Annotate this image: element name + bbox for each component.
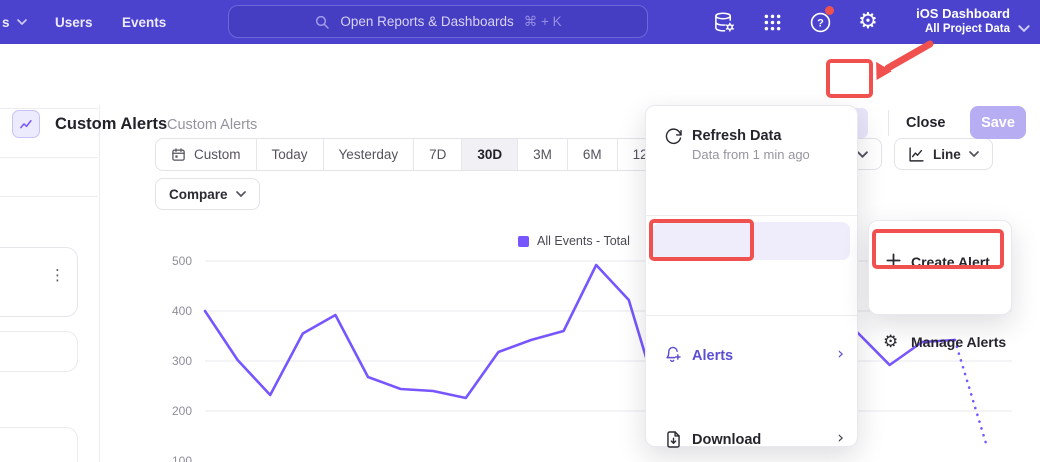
menu-item-alerts[interactable]: Alerts ›	[646, 222, 857, 260]
search-icon	[314, 14, 330, 30]
chart-legend: All Events - Total	[518, 234, 630, 248]
alerts-submenu: Create Alert ⚙ Manage Alerts	[868, 220, 1012, 315]
header-divider	[888, 110, 889, 136]
app-window: 500 400 300 200 100 All Events - Total ⋮ Cus…	[0, 0, 1040, 462]
nav-item-users[interactable]: Users	[55, 0, 93, 44]
search-shortcut: ⌘ + K	[524, 14, 562, 30]
menu-item-download[interactable]: Download ›	[646, 264, 857, 302]
range-7d[interactable]: 7D	[414, 139, 462, 170]
project-title: iOS Dashboard	[916, 5, 1010, 22]
top-nav-bar: s Users Events Open Reports & Dashboards…	[0, 0, 1040, 44]
apps-grid-icon[interactable]	[760, 10, 784, 34]
svg-text:500: 500	[172, 254, 192, 268]
svg-text:200: 200	[172, 404, 192, 418]
plus-icon	[885, 252, 902, 269]
close-button[interactable]: Close	[906, 115, 946, 131]
submenu-item-create-alert[interactable]: Create Alert	[869, 233, 1011, 269]
range-custom-label: Custom	[194, 147, 241, 162]
submenu-item-manage-alerts[interactable]: ⚙ Manage Alerts	[869, 273, 1011, 309]
svg-text:300: 300	[172, 354, 192, 368]
menu-item-refresh-data[interactable]: Refresh Data Data from 1 min ago	[646, 114, 857, 162]
range-yesterday[interactable]: Yesterday	[324, 139, 415, 170]
range-today[interactable]: Today	[257, 139, 324, 170]
legend-label: All Events - Total	[537, 234, 630, 248]
data-management-icon[interactable]	[712, 10, 736, 34]
settings-gear-icon[interactable]: ⚙	[856, 10, 880, 34]
svg-text:?: ?	[817, 17, 824, 29]
menu-item-undo[interactable]: Undo ⌘ Z	[646, 168, 857, 206]
context-menu: Refresh Data Data from 1 min ago Undo ⌘ …	[645, 105, 858, 447]
range-30d-selected[interactable]: 30D	[462, 139, 518, 170]
menu-divider	[646, 215, 857, 216]
range-3m[interactable]: 3M	[518, 139, 568, 170]
chevron-down-icon	[857, 151, 868, 158]
search-placeholder: Open Reports & Dashboards	[340, 14, 513, 29]
refresh-status-text: Data from 1 min ago	[692, 147, 810, 162]
breadcrumb: Custom Alerts	[167, 117, 257, 133]
menu-item-delete[interactable]: Delete	[646, 403, 857, 441]
menu-divider	[646, 315, 857, 316]
report-header: Custom Alerts Custom Alerts GV Duplicate…	[0, 44, 1040, 105]
menu-item-rename[interactable]: Rename	[646, 363, 857, 401]
svg-text:100: 100	[172, 454, 192, 462]
nav-item-events[interactable]: Events	[122, 0, 166, 44]
save-button[interactable]: Save	[970, 106, 1026, 139]
svg-text:400: 400	[172, 304, 192, 318]
calendar-icon	[171, 147, 186, 162]
range-6m[interactable]: 6M	[568, 139, 618, 170]
notification-dot	[825, 6, 834, 15]
kebab-menu-icon[interactable]: ⋮	[50, 266, 65, 284]
date-range-control: Custom Today Yesterday 7D 30D 3M 6M 12M	[155, 138, 675, 171]
refresh-icon	[664, 127, 683, 146]
global-search-input[interactable]: Open Reports & Dashboards ⌘ + K	[228, 5, 648, 38]
page-title: Custom Alerts	[55, 115, 167, 134]
project-subtitle: All Project Data	[916, 22, 1010, 37]
project-switcher[interactable]: iOS Dashboard All Project Data	[916, 5, 1010, 37]
report-type-icon	[12, 110, 40, 138]
range-custom[interactable]: Custom	[156, 139, 257, 170]
legend-swatch	[518, 236, 529, 247]
menu-item-new-report[interactable]: New Report	[646, 323, 857, 361]
nav-item-truncated[interactable]: s	[2, 0, 27, 44]
chevron-down-icon	[1018, 19, 1030, 37]
gear-icon: ⚙	[883, 332, 898, 352]
chevron-down-icon	[17, 19, 27, 25]
